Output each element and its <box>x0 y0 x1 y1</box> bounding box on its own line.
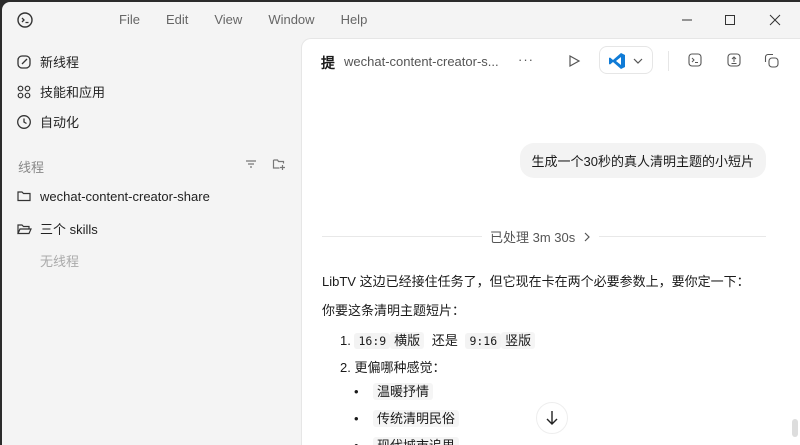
bullet-text: 传统清明民俗 <box>373 410 460 427</box>
menu-file[interactable]: File <box>119 12 140 27</box>
divider <box>668 51 669 71</box>
thread-title[interactable]: wechat-content-creator-s... <box>344 54 499 69</box>
code-ratio: 9:16 <box>465 333 502 349</box>
arrow-down-icon <box>546 411 558 425</box>
threads-section-label: 线程 <box>18 160 45 175</box>
option-text: 横版 <box>390 332 425 349</box>
run-icon[interactable] <box>567 54 581 68</box>
code-ratio: 16:9 <box>354 333 391 349</box>
menu-view[interactable]: View <box>214 12 242 27</box>
close-icon <box>769 14 781 26</box>
sidebar-item-label: 自动化 <box>40 115 80 130</box>
menu-help[interactable]: Help <box>341 12 368 27</box>
open-in-editor-button[interactable] <box>599 46 653 74</box>
processed-toggle[interactable]: 已处理 3m 30s <box>482 227 600 246</box>
main-panel: 提 wechat-content-creator-s... ··· 生成一个30… <box>301 38 800 445</box>
bullet-list: • 温暖抒情 • 传统清明民俗 • 现代城市追思 <box>354 378 460 445</box>
no-threads-text: 无线程 <box>40 254 80 269</box>
terminal-icon[interactable] <box>688 53 702 67</box>
list-item: 2. 更偏哪种感觉： <box>340 360 446 375</box>
bullet-item: • 现代城市追思 <box>354 432 460 445</box>
bullet-item: • 温暖抒情 <box>354 378 459 405</box>
sidebar-item-new-thread[interactable]: 新线程 <box>16 52 79 71</box>
close-button[interactable] <box>765 10 785 30</box>
vscode-icon <box>609 53 625 69</box>
chevron-down-icon <box>633 58 643 64</box>
app-logo-icon <box>17 12 33 28</box>
scrollbar-thumb[interactable] <box>792 419 798 437</box>
folder-icon <box>17 191 31 202</box>
assistant-intro: LibTV 这边已经接住任务了，但它现在卡在两个必要参数上，要你定一下： <box>322 274 750 289</box>
minimize-button[interactable] <box>677 10 697 30</box>
processed-label: 已处理 3m 30s <box>490 230 576 245</box>
folder-open-icon <box>17 223 32 234</box>
title-bar: File Edit View Window Help <box>2 2 800 38</box>
bullet-text: 现代城市追思 <box>373 437 460 445</box>
thread-prefix: 提 <box>321 55 335 71</box>
sidebar-item-automation[interactable]: 自动化 <box>16 112 79 131</box>
upload-icon[interactable] <box>727 53 741 67</box>
clock-icon <box>17 114 31 129</box>
sidebar-item-label: 新线程 <box>40 55 80 70</box>
bullet-text: 温暖抒情 <box>373 383 434 400</box>
project-label: wechat-content-creator-share <box>40 188 210 204</box>
maximize-button[interactable] <box>720 10 740 30</box>
apps-icon <box>17 85 31 98</box>
sidebar-item-skills[interactable]: 技能和应用 <box>16 82 105 101</box>
minimize-icon <box>682 19 692 21</box>
list-number: 1. <box>340 333 351 348</box>
or-text: 还是 <box>431 333 458 348</box>
project-label: 三个 skills <box>40 222 98 237</box>
option-text: 竖版 <box>501 332 536 349</box>
edit-icon <box>17 54 31 69</box>
menu-window[interactable]: Window <box>268 12 314 27</box>
menu-bar: File Edit View Window Help <box>119 12 393 27</box>
more-options-button[interactable]: ··· <box>518 52 534 67</box>
bullet-item: • 传统清明民俗 <box>354 405 460 432</box>
filter-icon[interactable] <box>244 157 258 171</box>
user-message: 生成一个30秒的真人清明主题的小短片 <box>519 143 766 178</box>
chevron-right-icon <box>584 232 591 241</box>
project-wechat-content-creator-share[interactable]: wechat-content-creator-share <box>16 188 210 204</box>
menu-edit[interactable]: Edit <box>166 12 188 27</box>
new-folder-icon[interactable] <box>272 157 286 171</box>
sidebar-item-label: 技能和应用 <box>40 85 106 100</box>
project-three-skills[interactable]: 三个 skills <box>16 219 98 238</box>
app-window: File Edit View Window Help 新线程 技能和应用 自动化… <box>2 2 800 445</box>
scroll-to-bottom-button[interactable] <box>536 402 568 434</box>
maximize-icon <box>725 15 735 25</box>
thread-header: 提 wechat-content-creator-s... ··· <box>302 39 800 85</box>
assistant-question: 你要这条清明主题短片： <box>322 303 466 318</box>
list-item: 1. 16:9 横版 还是 9:16 竖版 <box>340 330 536 349</box>
copy-window-icon[interactable] <box>764 53 780 69</box>
